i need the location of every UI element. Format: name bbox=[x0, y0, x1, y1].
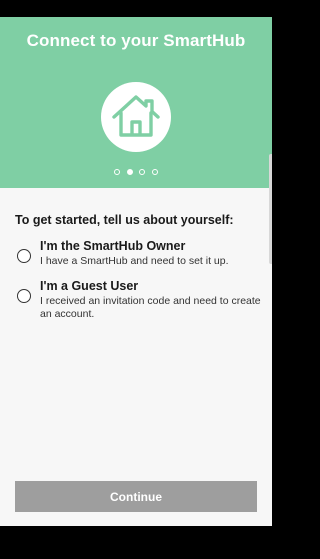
owner-radio[interactable] bbox=[17, 249, 31, 263]
hero-banner: Connect to your SmartHub bbox=[0, 17, 272, 188]
house-icon bbox=[112, 95, 160, 137]
navigation-bar bbox=[0, 526, 272, 559]
owner-option[interactable]: I'm the SmartHub Owner I have a SmartHub… bbox=[17, 239, 262, 268]
status-bar bbox=[0, 0, 272, 17]
guest-option[interactable]: I'm a Guest User I received an invitatio… bbox=[17, 279, 262, 321]
page-indicator bbox=[114, 169, 158, 177]
owner-option-description: I have a SmartHub and need to set it up. bbox=[40, 255, 229, 267]
guest-option-title: I'm a Guest User bbox=[40, 279, 139, 293]
continue-button[interactable]: Continue bbox=[15, 481, 257, 512]
page-dot[interactable] bbox=[139, 169, 146, 175]
edge-panel-handle[interactable] bbox=[269, 154, 272, 264]
page-dot[interactable] bbox=[114, 169, 120, 175]
page-dot[interactable] bbox=[151, 169, 158, 175]
owner-option-title: I'm the SmartHub Owner bbox=[40, 239, 186, 253]
guest-radio[interactable] bbox=[17, 289, 31, 303]
prompt-text: To get started, tell us about yourself: bbox=[15, 213, 234, 227]
guest-option-description: I received an invitation code and need t… bbox=[40, 295, 261, 320]
page-dot-active[interactable] bbox=[126, 169, 133, 175]
page-title: Connect to your SmartHub bbox=[26, 31, 246, 50]
screen: Connect to your SmartHub To get started,… bbox=[0, 17, 272, 526]
house-icon-circle bbox=[101, 82, 171, 152]
